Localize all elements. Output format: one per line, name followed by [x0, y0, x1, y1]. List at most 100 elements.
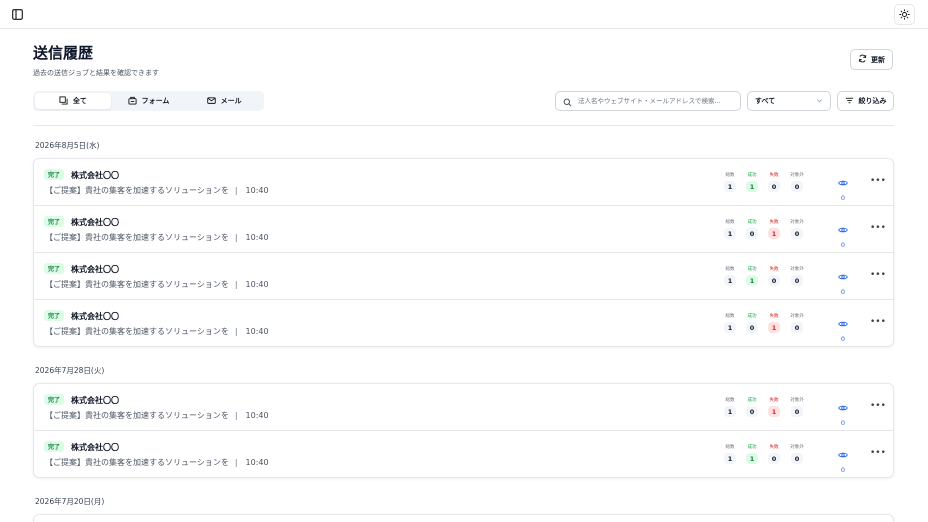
eye-icon — [838, 266, 848, 285]
subject-text: 【ご提案】貴社の集客を加速するソリューションを — [45, 458, 229, 467]
history-group: 完了 株式会社〇〇 【ご提案】貴社の集客を加速するソリューションを | 10:40 総数 1… — [33, 383, 894, 478]
stat-value: 1 — [768, 228, 780, 239]
sun-icon[interactable] — [894, 4, 915, 25]
more-options-icon[interactable]: ••• — [870, 271, 886, 280]
form-icon — [128, 96, 137, 107]
views[interactable]: 0 — [837, 219, 849, 249]
subject-line: 【ご提案】貴社の集客を加速するソリューションを | 10:40 — [45, 410, 269, 421]
more-options-icon[interactable]: ••• — [870, 449, 886, 458]
stat-label: 成功 — [747, 267, 757, 272]
stat-label: 総数 — [725, 173, 735, 178]
stat-label: 失敗 — [769, 220, 779, 225]
date-label: 2026年7月28日(火) — [35, 366, 105, 375]
tab-form[interactable]: フォーム — [111, 93, 187, 109]
tab-all[interactable]: 全て — [35, 93, 111, 109]
stat-excluded: 対象外 0 — [786, 219, 808, 239]
history-group: 完了 株式会社〇〇 【ご提案】貴社の集客を加速するソリューションを | 10:40 総数 1… — [33, 158, 894, 347]
subject-separator: | — [234, 233, 238, 242]
search-icon — [563, 92, 572, 111]
stat-excluded: 対象外 0 — [786, 172, 808, 192]
history-row[interactable]: 完了 株式会社〇〇 【ご提案】貴社の集客を加速するソリューションを | 10:40 総数 1… — [34, 300, 893, 346]
tab-mail[interactable]: メール — [186, 93, 262, 109]
refresh-button[interactable]: 更新 — [850, 49, 893, 70]
stat-value: 1 — [724, 275, 736, 286]
views[interactable]: 0 — [837, 397, 849, 427]
company-name: 株式会社〇〇 — [71, 312, 119, 321]
status-badge: 完了 — [44, 441, 65, 452]
stat-value: 0 — [791, 453, 803, 464]
stat-value: 1 — [746, 453, 758, 464]
stat-label: 総数 — [725, 267, 735, 272]
views[interactable]: 0 — [837, 172, 849, 202]
history-row[interactable]: 完了 株式会社〇〇 【ご提案】貴社の集客を加速するソリューションを | 10:40 総数 1… — [34, 206, 893, 253]
page-subtitle: 過去の送信ジョブと結果を確認できます — [33, 69, 159, 77]
stat-success: 成功 0 — [742, 219, 762, 239]
history-row[interactable]: 完了 株式会社〇〇 【ご提案】貴社の集客を加速するソリューションを | 10:40 総数 1… — [34, 253, 893, 300]
sidebar-toggle-icon[interactable] — [9, 6, 26, 23]
stat-value: 0 — [791, 228, 803, 239]
filter-icon — [845, 96, 854, 107]
stat-success: 成功 0 — [742, 397, 762, 417]
stat-label: 成功 — [747, 445, 757, 450]
history-row[interactable]: 完了 株式会社〇〇 【ご提案】貴社の集客を加速するソリューションを | 10:40 総数 1… — [34, 384, 893, 431]
stat-label: 対象外 — [790, 267, 804, 272]
stat-total: 総数 1 — [720, 444, 740, 464]
more-options-icon[interactable]: ••• — [870, 318, 886, 327]
stat-label: 総数 — [725, 445, 735, 450]
more-options-icon[interactable]: ••• — [870, 224, 886, 233]
stat-success: 成功 1 — [742, 444, 762, 464]
stat-value: 1 — [724, 181, 736, 192]
stat-label: 成功 — [747, 220, 757, 225]
stat-value: 1 — [746, 181, 758, 192]
stat-fail: 失敗 1 — [764, 219, 784, 239]
stat-label: 成功 — [747, 173, 757, 178]
stat-value: 1 — [768, 322, 780, 333]
send-time: 10:40 — [245, 233, 269, 242]
eye-icon — [838, 313, 848, 332]
stat-success: 成功 1 — [742, 266, 762, 286]
stat-value: 1 — [746, 275, 758, 286]
company-name: 株式会社〇〇 — [71, 265, 119, 274]
top-bar — [0, 0, 928, 29]
subject-separator: | — [234, 458, 238, 467]
subject-line: 【ご提案】貴社の集客を加速するソリューションを | 10:40 — [45, 326, 269, 337]
stat-label: 成功 — [747, 314, 757, 319]
subject-separator: | — [234, 280, 238, 289]
stat-excluded: 対象外 0 — [786, 444, 808, 464]
more-options-icon[interactable]: ••• — [870, 177, 886, 186]
status-select[interactable]: すべて — [747, 91, 831, 111]
stat-fail: 失敗 0 — [764, 444, 784, 464]
stat-label: 失敗 — [769, 445, 779, 450]
tab-form-label: フォーム — [141, 97, 170, 105]
more-options-icon[interactable]: ••• — [870, 402, 886, 411]
stat-total: 総数 1 — [720, 219, 740, 239]
view-count: 0 — [840, 466, 846, 474]
filter-button-label: 絞り込み — [858, 97, 887, 105]
stat-value: 1 — [724, 228, 736, 239]
history-row[interactable]: 完了 株式会社〇〇 【ご提案】貴社の集客を加速するソリューションを | 10:40 総数 1… — [34, 159, 893, 206]
refresh-label: 更新 — [871, 55, 885, 64]
stat-label: 成功 — [747, 398, 757, 403]
subject-text: 【ご提案】貴社の集客を加速するソリューションを — [45, 280, 229, 289]
history-row[interactable]: 完了 株式会社〇〇 【ご提案】貴社の集客を加速するソリューションを | 10:40 総数 1… — [34, 431, 893, 477]
stat-label: 対象外 — [790, 398, 804, 403]
company-name: 株式会社〇〇 — [71, 443, 119, 452]
send-time: 10:40 — [245, 327, 269, 336]
search-input[interactable] — [578, 97, 728, 105]
stat-value: 0 — [768, 275, 780, 286]
stat-fail: 失敗 0 — [764, 172, 784, 192]
stat-excluded: 対象外 0 — [786, 266, 808, 286]
tab-mail-label: メール — [220, 97, 242, 105]
views[interactable]: 0 — [837, 313, 849, 343]
stat-fail: 失敗 1 — [764, 313, 784, 333]
filter-button[interactable]: 絞り込み — [837, 91, 894, 111]
stat-label: 対象外 — [790, 314, 804, 319]
stat-value: 1 — [768, 406, 780, 417]
views[interactable]: 0 — [837, 444, 849, 474]
channel-tabs: 全て フォーム メール — [33, 91, 264, 111]
views[interactable]: 0 — [837, 266, 849, 296]
stat-value: 1 — [724, 406, 736, 417]
company-name: 株式会社〇〇 — [71, 396, 119, 405]
stat-label: 対象外 — [790, 220, 804, 225]
status-select-value: すべて — [755, 97, 776, 105]
